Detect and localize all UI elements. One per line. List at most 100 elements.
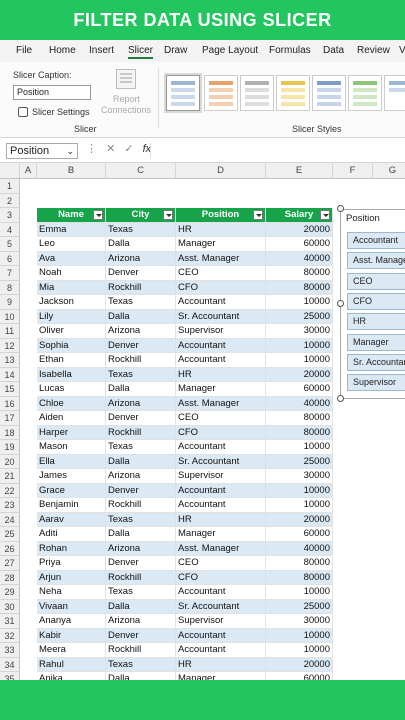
table-cell[interactable]: HR — [176, 512, 266, 527]
table-cell[interactable]: 20000 — [266, 367, 333, 382]
table-cell[interactable]: Arizona — [106, 614, 176, 629]
row-header[interactable]: 4 — [0, 222, 20, 237]
table-header-city[interactable]: City — [106, 208, 176, 223]
table-cell[interactable]: Lucas — [37, 382, 106, 397]
name-box[interactable]: Position ⌄ — [6, 143, 78, 159]
table-cell[interactable]: Arjun — [37, 570, 106, 585]
row-header[interactable]: 24 — [0, 512, 20, 527]
row-header[interactable]: 27 — [0, 556, 20, 571]
table-cell[interactable]: Asst. Manager — [176, 541, 266, 556]
table-cell[interactable]: Texas — [106, 657, 176, 672]
table-cell[interactable]: Vivaan — [37, 599, 106, 614]
table-cell[interactable]: Lily — [37, 309, 106, 324]
table-cell[interactable]: Asst. Manager — [176, 396, 266, 411]
table-cell[interactable]: Priya — [37, 556, 106, 571]
table-cell[interactable]: Manager — [176, 672, 266, 680]
table-cell[interactable]: Meera — [37, 643, 106, 658]
table-cell[interactable]: HR — [176, 222, 266, 237]
table-cell[interactable]: 10000 — [266, 628, 333, 643]
table-cell[interactable]: Asst. Manager — [176, 251, 266, 266]
slicer-item[interactable]: Supervisor — [347, 374, 405, 392]
table-cell[interactable]: 40000 — [266, 396, 333, 411]
slicer-style-5[interactable] — [312, 75, 346, 111]
table-cell[interactable]: Rockhill — [106, 643, 176, 658]
table-cell[interactable]: 80000 — [266, 411, 333, 426]
table-cell[interactable]: Leo — [37, 237, 106, 252]
table-cell[interactable]: Dalla — [106, 527, 176, 542]
table-cell[interactable]: 60000 — [266, 237, 333, 252]
table-cell[interactable]: Texas — [106, 295, 176, 310]
table-cell[interactable]: Rockhill — [106, 425, 176, 440]
table-cell[interactable]: Oliver — [37, 324, 106, 339]
row-header[interactable]: 16 — [0, 396, 20, 411]
row-header[interactable]: 32 — [0, 628, 20, 643]
table-cell[interactable]: Rahul — [37, 657, 106, 672]
table-cell[interactable]: Accountant — [176, 338, 266, 353]
row-header[interactable]: 20 — [0, 454, 20, 469]
table-cell[interactable]: Grace — [37, 483, 106, 498]
table-cell[interactable]: Mia — [37, 280, 106, 295]
chevron-down-icon[interactable]: ⌄ — [66, 144, 74, 158]
table-cell[interactable]: Denver — [106, 266, 176, 281]
row-header[interactable]: 26 — [0, 541, 20, 556]
tab-data[interactable]: Data — [323, 45, 344, 56]
row-header[interactable]: 35 — [0, 672, 20, 680]
slicer-settings-icon[interactable] — [18, 107, 28, 117]
table-cell[interactable]: 25000 — [266, 454, 333, 469]
row-header[interactable]: 30 — [0, 599, 20, 614]
row-header[interactable]: 19 — [0, 440, 20, 455]
table-header-salary[interactable]: Salary — [266, 208, 333, 223]
table-cell[interactable]: Accountant — [176, 483, 266, 498]
table-cell[interactable]: Sophia — [37, 338, 106, 353]
table-cell[interactable]: Rockhill — [106, 570, 176, 585]
table-cell[interactable]: Texas — [106, 585, 176, 600]
table-cell[interactable]: 80000 — [266, 570, 333, 585]
table-cell[interactable]: Dalla — [106, 672, 176, 680]
table-cell[interactable]: Denver — [106, 338, 176, 353]
row-header[interactable]: 15 — [0, 382, 20, 397]
row-header[interactable]: 14 — [0, 367, 20, 382]
table-cell[interactable]: Texas — [106, 512, 176, 527]
row-header[interactable]: 23 — [0, 498, 20, 513]
slicer-item[interactable]: Accountant — [347, 232, 405, 249]
table-cell[interactable]: 20000 — [266, 222, 333, 237]
table-cell[interactable]: HR — [176, 367, 266, 382]
table-cell[interactable]: Sr. Accountant — [176, 599, 266, 614]
table-cell[interactable]: Denver — [106, 556, 176, 571]
table-cell[interactable]: HR — [176, 657, 266, 672]
slicer-item[interactable]: CEO — [347, 272, 405, 290]
tab-review[interactable]: Review — [357, 45, 390, 56]
table-cell[interactable]: Emma — [37, 222, 106, 237]
table-cell[interactable]: Jackson — [37, 295, 106, 310]
row-header[interactable]: 28 — [0, 570, 20, 585]
filter-dropdown-icon[interactable] — [93, 210, 103, 220]
slicer-style-6[interactable] — [348, 75, 382, 111]
row-header[interactable]: 6 — [0, 251, 20, 266]
table-cell[interactable]: Texas — [106, 440, 176, 455]
tab-insert[interactable]: Insert — [89, 45, 114, 56]
slicer-style-4[interactable] — [276, 75, 310, 111]
table-cell[interactable]: Manager — [176, 382, 266, 397]
table-cell[interactable]: 10000 — [266, 440, 333, 455]
table-cell[interactable]: Rockhill — [106, 280, 176, 295]
table-cell[interactable]: Texas — [106, 222, 176, 237]
table-cell[interactable]: Aiden — [37, 411, 106, 426]
row-header[interactable]: 7 — [0, 266, 20, 281]
table-cell[interactable]: Accountant — [176, 643, 266, 658]
table-cell[interactable]: Arizona — [106, 324, 176, 339]
table-cell[interactable]: CFO — [176, 425, 266, 440]
slicer-item[interactable]: Asst. Manager — [347, 252, 405, 270]
table-cell[interactable]: Dalla — [106, 309, 176, 324]
table-cell[interactable]: 30000 — [266, 324, 333, 339]
row-header[interactable]: 31 — [0, 614, 20, 629]
tab-formulas[interactable]: Formulas — [269, 45, 311, 56]
row-header[interactable]: 12 — [0, 338, 20, 353]
table-header-position[interactable]: Position — [176, 208, 266, 223]
filter-dropdown-icon[interactable] — [320, 210, 330, 220]
table-cell[interactable]: Ava — [37, 251, 106, 266]
table-cell[interactable]: Supervisor — [176, 469, 266, 484]
tab-file[interactable]: File — [16, 45, 32, 56]
table-cell[interactable]: 60000 — [266, 672, 333, 680]
table-cell[interactable]: Rohan — [37, 541, 106, 556]
table-cell[interactable]: 25000 — [266, 309, 333, 324]
